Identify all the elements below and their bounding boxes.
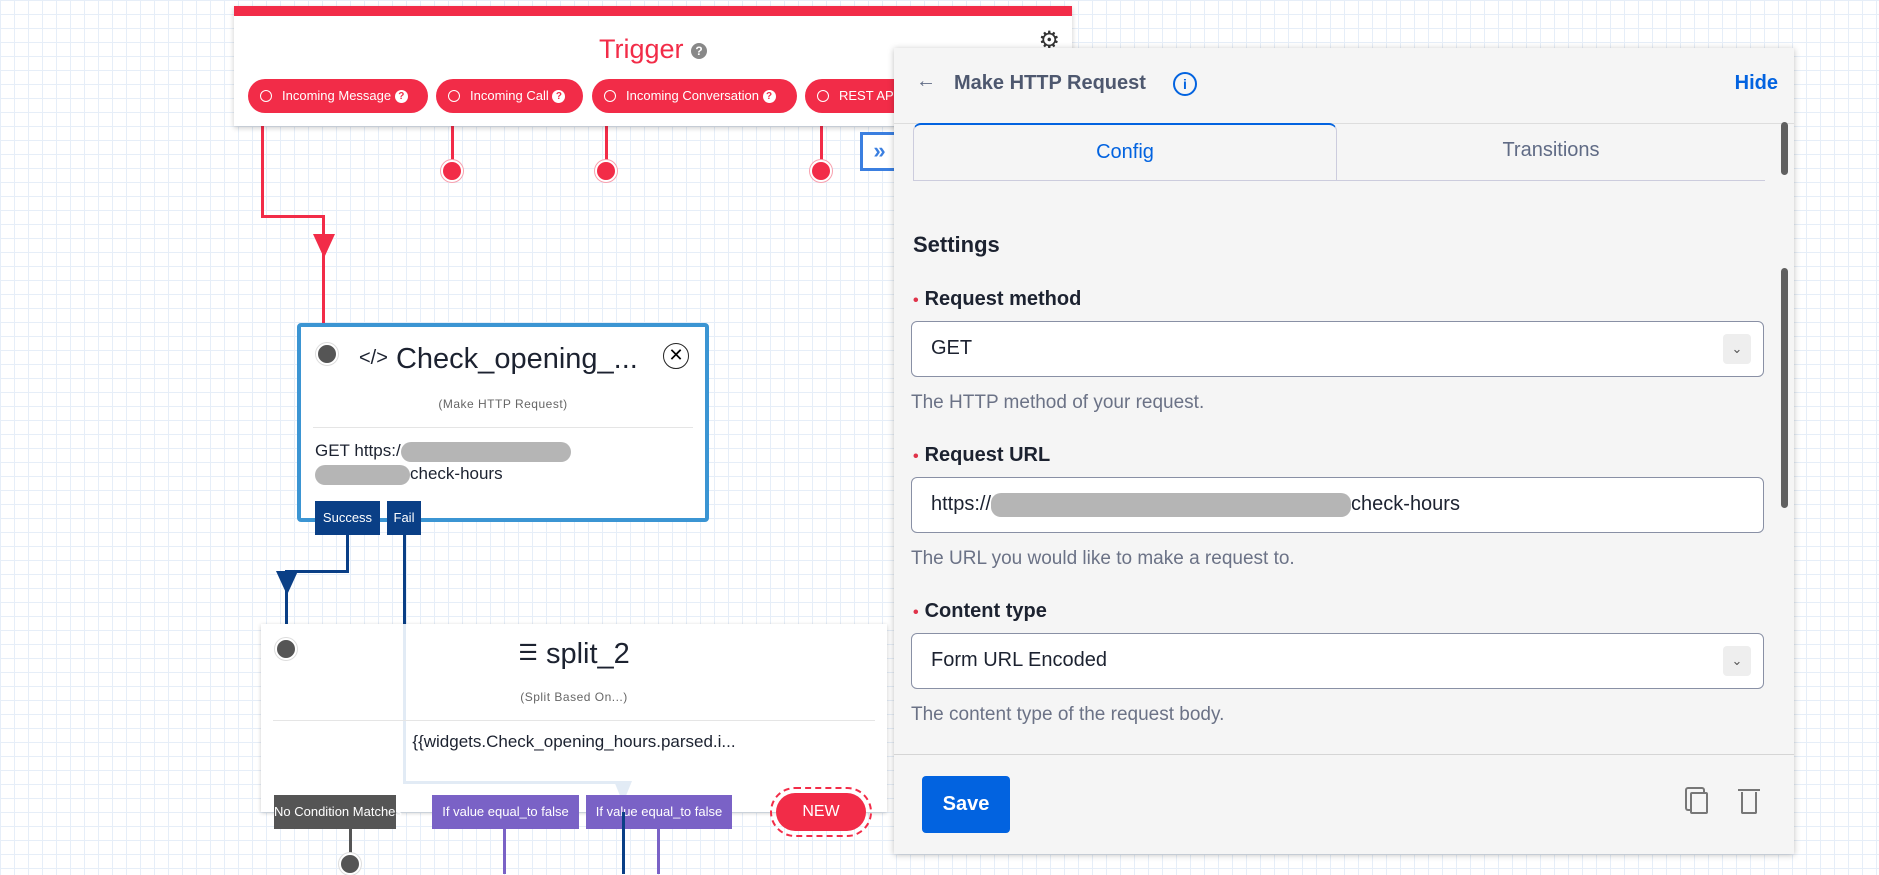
transition-success[interactable]: Success: [315, 501, 380, 535]
connector-dot[interactable]: [810, 160, 832, 182]
hide-button[interactable]: Hide: [1735, 72, 1778, 95]
pill-label: Incoming Conversation: [626, 88, 759, 103]
properties-panel: ← Make HTTP Request i Hide Config Transi…: [894, 48, 1794, 854]
connector: [322, 215, 325, 325]
question-circle-icon[interactable]: ?: [394, 90, 408, 104]
connector-dot[interactable]: [339, 853, 361, 875]
tab-config[interactable]: Config: [913, 123, 1337, 180]
trigger-title-text: Trigger: [598, 34, 684, 64]
chevron-down-icon: ⌄: [1723, 334, 1751, 364]
duplicate-icon[interactable]: [1690, 792, 1708, 814]
request-method-help: The HTTP method of your request.: [911, 392, 1205, 413]
widget-body: GET https:/check-hours: [315, 439, 645, 485]
pill-label: Incoming Message: [282, 88, 392, 103]
transition-condition-1[interactable]: If value equal_to false: [432, 795, 579, 829]
connector-dot[interactable]: [441, 160, 463, 182]
widget-subtitle: (Split Based On...): [520, 690, 628, 704]
transition-no-condition[interactable]: No Condition Matches: [274, 795, 402, 829]
connector: [346, 530, 349, 573]
scrollbar[interactable]: [1781, 122, 1788, 175]
split-icon: ☰: [518, 640, 538, 665]
back-arrow-icon[interactable]: ←: [916, 70, 936, 93]
trigger-incoming-message[interactable]: Incoming Message ?: [248, 79, 428, 113]
scrollbar[interactable]: [1781, 268, 1788, 508]
new-transition-button[interactable]: NEW: [770, 787, 872, 837]
http-request-widget[interactable]: </> Check_opening_... ✕ (Make HTTP Reque…: [297, 323, 709, 522]
connector: [403, 530, 406, 626]
question-circle-icon[interactable]: ?: [691, 42, 708, 59]
widget-subtitle: (Make HTTP Request): [438, 397, 568, 411]
connector: [261, 215, 325, 218]
request-url-help: The URL you would like to make a request…: [911, 548, 1295, 569]
trigger-incoming-conversation[interactable]: Incoming Conversation ?: [592, 79, 797, 113]
pill-label: REST API: [839, 88, 898, 103]
save-button[interactable]: Save: [922, 776, 1010, 833]
section-heading: Settings: [913, 232, 1000, 257]
content-type-help: The content type of the request body.: [911, 704, 1225, 725]
close-circle-icon[interactable]: ✕: [663, 343, 689, 369]
split-widget[interactable]: ☰ split_2 (Split Based On...) {{widgets.…: [261, 624, 887, 812]
delete-icon[interactable]: [1738, 789, 1760, 814]
connector-dot[interactable]: [595, 160, 617, 182]
pill-label: Incoming Call: [470, 88, 549, 103]
arrow-icon: [276, 571, 298, 595]
code-icon: </>: [359, 347, 388, 369]
widget-body: {{widgets.Check_opening_hours.parsed.i..…: [412, 732, 736, 751]
tab-transitions[interactable]: Transitions: [1337, 123, 1765, 180]
widget-title: Check_opening_...: [395, 343, 638, 375]
request-method-label: Request method: [913, 288, 1082, 311]
transition-fail[interactable]: Fail: [387, 501, 421, 535]
request-url-input[interactable]: https://check-hours: [911, 477, 1764, 533]
arrow-icon: [313, 234, 335, 258]
request-method-select[interactable]: GET ⌄: [911, 321, 1764, 377]
question-circle-icon[interactable]: ?: [762, 90, 776, 104]
content-type-label: Content type: [913, 600, 1047, 623]
trigger-bar: [234, 6, 1072, 16]
connector: [261, 113, 264, 218]
expand-icon[interactable]: »: [860, 132, 896, 171]
widget-title: split_2: [545, 638, 630, 670]
chevron-down-icon: ⌄: [1723, 646, 1751, 676]
transition-condition-2[interactable]: If value equal_to false: [586, 795, 732, 829]
connector-dot[interactable]: [316, 343, 338, 365]
content-type-select[interactable]: Form URL Encoded ⌄: [911, 633, 1764, 689]
info-icon[interactable]: i: [1173, 72, 1197, 96]
request-url-label: Request URL: [913, 444, 1051, 467]
question-circle-icon[interactable]: ?: [552, 90, 566, 104]
panel-title: Make HTTP Request: [954, 72, 1146, 94]
trigger-incoming-call[interactable]: Incoming Call ?: [436, 79, 583, 113]
